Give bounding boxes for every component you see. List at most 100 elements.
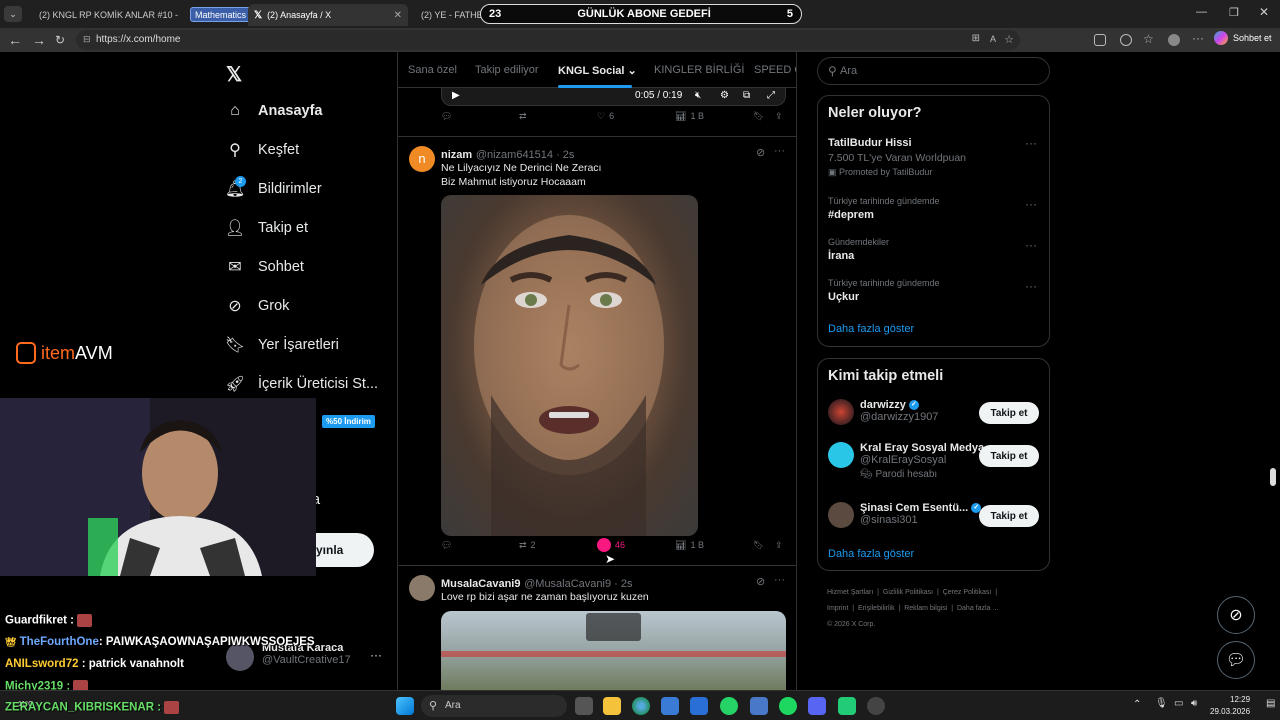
retweet-icon[interactable]: ⇄ [519,111,527,122]
discord-icon[interactable] [808,697,826,715]
tweet-image[interactable] [441,611,786,692]
app-icon[interactable] [867,697,885,715]
apps-icon[interactable]: ⊞ [972,33,980,44]
who-show-more-link[interactable]: Daha fazla göster [828,548,914,560]
close-window-icon[interactable]: ✕ [1259,5,1269,19]
tab-for-you[interactable]: Sana özel [408,64,457,76]
messages-float-button[interactable]: 💬︎ [1217,641,1255,679]
nav-messages[interactable]: ✉ Sohbet [226,258,304,276]
close-tab-icon[interactable]: ✕ [183,10,184,21]
microphone-icon[interactable]: 🎙︎ [1155,698,1168,709]
trend-item[interactable]: Türkiye tarihinde gündemde Uçkur [828,278,1048,303]
task-view-icon[interactable] [575,697,593,715]
clock[interactable]: 12:29 29.03.2026 [1210,694,1250,718]
footer-link[interactable]: Daha fazla ... [957,605,998,612]
account-more-icon[interactable]: ··· [370,648,382,662]
tab-x-home[interactable]: 𝕏 (2) Anasayfa / X ✕ [248,4,408,26]
tweet-more-icon[interactable]: ··· [774,145,785,157]
reply-icon[interactable]: 💬︎ [441,111,452,122]
spotify-icon[interactable] [779,697,797,715]
tab-group-mathematics[interactable]: Mathematics [190,7,252,22]
start-icon[interactable] [396,697,414,715]
app-icon[interactable] [750,697,768,715]
volume-icon[interactable]: 🔊︎ [1191,698,1197,709]
bookmark-icon[interactable]: 🔖︎ [753,540,764,551]
url-field[interactable]: ⊟ https://x.com/home ☆ A ⊞ [76,30,1020,50]
tab-kngl-video[interactable]: (2) KNGL RP KOMİK ANLAR #10 - ✕ [28,4,184,26]
fullscreen-icon[interactable]: ⤢ [767,90,775,101]
footer-link[interactable]: Reklam bilgisi [904,605,947,612]
nav-bookmarks[interactable]: 🔖︎ Yer İşaretleri [225,336,339,354]
tweet-avatar[interactable] [409,575,435,601]
settings-icon[interactable]: ⚙ [720,90,729,101]
nav-creator-studio[interactable]: 🚀︎ İçerik Üreticisi St... [225,375,378,393]
follow-button[interactable]: Takip et [979,402,1039,424]
back-icon[interactable]: ← [8,32,22,48]
site-info-icon[interactable]: ⊟ [83,34,91,45]
grok-icon[interactable]: ⊘ [756,146,765,159]
browser-essentials-icon[interactable] [1120,34,1132,46]
tab-list-button[interactable]: ⌄ [4,6,22,22]
footer-link[interactable]: Hizmet Şartları [827,589,873,596]
mail-app-icon[interactable] [690,697,708,715]
tweet-more-icon[interactable]: ··· [774,574,785,586]
like-button[interactable]: ♡ 6 [597,111,614,122]
whatsapp-icon[interactable] [720,697,738,715]
trend-more-icon[interactable]: ··· [1025,197,1037,211]
taskbar-search[interactable]: ⚲ Ara [421,695,567,717]
suggested-account[interactable]: Şinasi Cem Esentü... ✓ @sinasi301 [860,502,982,526]
trend-more-icon[interactable]: ··· [1025,136,1037,150]
forward-icon[interactable]: → [32,32,46,48]
tab-kingler-birligi[interactable]: KINGLER BİRLİĞİ [654,64,744,76]
views-button[interactable]: 📊︎ 1 B [675,540,704,551]
nav-explore[interactable]: ⚲ Keşfet [226,141,299,159]
popout-icon[interactable]: ⧉ [743,90,750,101]
minimize-icon[interactable]: — [1196,6,1207,18]
extensions-icon[interactable] [1094,34,1106,46]
suggested-avatar[interactable] [828,442,854,468]
nav-home[interactable]: ⌂ Anasayfa [226,102,322,120]
trend-item[interactable]: Gündemdekiler İrana [828,237,1048,262]
favorites-icon[interactable]: ☆ [1143,32,1154,46]
reply-icon[interactable]: 💬︎ [441,540,452,551]
tab-following[interactable]: Takip ediliyor [475,64,539,76]
search-input[interactable]: ⚲ Ara [817,57,1050,85]
footer-link[interactable]: Çerez Politikası [943,589,992,596]
close-tab-icon[interactable]: ✕ [394,10,402,21]
page-scrollbar[interactable] [1270,468,1276,486]
tweet-image[interactable] [441,195,698,536]
reload-icon[interactable]: ↻ [55,33,65,47]
restore-icon[interactable]: ❐ [1229,6,1239,19]
copilot-chat-button[interactable]: Sohbet et [1214,31,1272,45]
trend-item[interactable]: Türkiye tarihinde gündemde #deprem [828,196,1048,221]
footer-link[interactable]: Erişilebilirlik [858,605,895,612]
store-icon[interactable] [661,697,679,715]
like-button[interactable]: 46 [597,538,625,552]
trends-show-more-link[interactable]: Daha fazla göster [828,323,914,335]
tab-kngl-social[interactable]: KNGL Social ⌄ [558,64,637,77]
profile-avatar[interactable] [1168,34,1180,46]
trend-more-icon[interactable]: ··· [1025,238,1037,252]
mute-icon[interactable]: 🔇︎ [695,90,701,101]
grok-icon[interactable]: ⊘ [756,575,765,588]
suggested-account[interactable]: darwizzy ✓ @darwizzy1907 [860,399,938,423]
read-aloud-icon[interactable]: A [990,34,996,44]
suggested-avatar[interactable] [828,502,854,528]
grok-float-button[interactable]: ⊘ [1217,596,1255,634]
follow-button[interactable]: Takip et [979,505,1039,527]
tab-speed[interactable]: SPEED G [754,64,796,76]
nav-follow[interactable]: 👤︎ Takip et [225,219,308,237]
share-icon[interactable]: ⇪ [775,540,783,551]
more-menu-icon[interactable]: ··· [1192,31,1204,45]
views-button[interactable]: 📊︎ 1 B [675,111,704,122]
suggested-avatar[interactable] [828,399,854,425]
edge-icon[interactable] [632,697,650,715]
nav-notifications[interactable]: 🔔︎ 2 Bildirimler [225,176,322,198]
app-icon[interactable] [838,697,856,715]
retweet-button[interactable]: ⇄ 2 [519,540,536,551]
share-icon[interactable]: ⇪ [775,111,783,122]
file-explorer-icon[interactable] [603,697,621,715]
tab-youtube-ye[interactable]: (2) YE - FATHER [410,4,484,26]
suggested-account[interactable]: Kral Eray Sosyal Medya @KralEraySosyal 🎭… [860,442,984,480]
tray-chevron-icon[interactable]: ⌃ [1133,699,1141,710]
